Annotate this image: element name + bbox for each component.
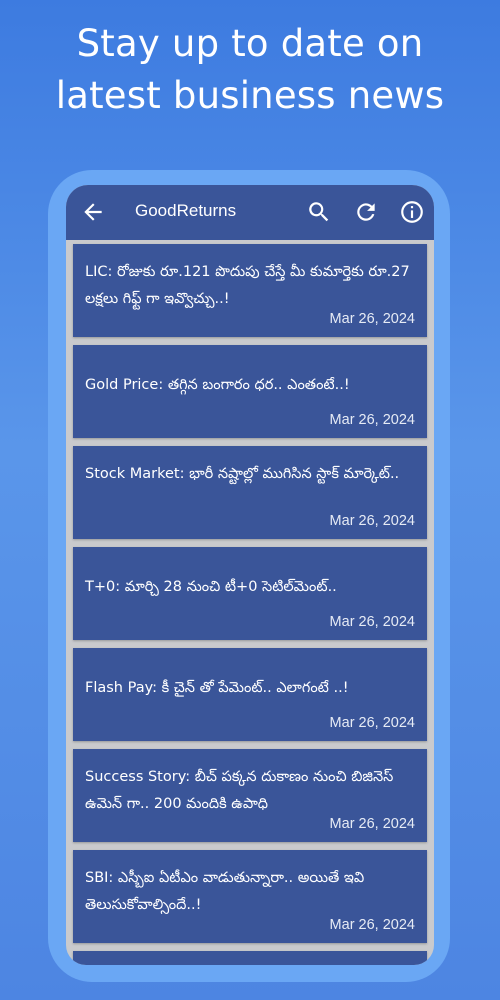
promo-headline: Stay up to date on latest business news (0, 18, 500, 122)
news-title: T+0: మార్చి 28 నుంచి టీ+0 సెటిల్‌మెంట్.. (85, 579, 337, 595)
info-icon[interactable] (399, 199, 425, 225)
news-card[interactable]: LIC: రోజుకు రూ.121 పొదుపు చేస్తే మీ కుమా… (73, 244, 427, 337)
news-card[interactable]: T+0: మార్చి 28 నుంచి టీ+0 సెటిల్‌మెంట్..… (73, 547, 427, 640)
promo-line-2: latest business news (55, 74, 445, 117)
news-date: Mar 26, 2024 (329, 917, 415, 933)
news-card[interactable]: Stock Market: భారీ నష్టాల్లో ముగిసిన స్ట… (73, 446, 427, 539)
news-card[interactable]: Flash Pay: కీ చైన్ తో పేమెంట్.. ఎలాగంటే … (73, 648, 427, 741)
app-bar: GoodReturns (66, 185, 434, 240)
news-title: Flash Pay: కీ చైన్ తో పేమెంట్.. ఎలాగంటే … (85, 680, 349, 696)
news-date: Mar 26, 2024 (329, 513, 415, 529)
app-screen: GoodReturns LIC: రోజుకు రూ.121 పొదుపు చే… (66, 185, 434, 965)
news-title: Gold Price: తగ్గిన బంగారం ధర.. ఎంతంటే..! (85, 377, 350, 393)
news-date: Mar 26, 2024 (329, 311, 415, 327)
news-date: Mar 26, 2024 (329, 715, 415, 731)
news-card-partial[interactable] (73, 951, 427, 965)
refresh-icon[interactable] (353, 199, 379, 225)
search-icon[interactable] (306, 199, 332, 225)
app-title: GoodReturns (135, 201, 237, 220)
promo-line-1: Stay up to date on (76, 22, 424, 65)
news-title: LIC: రోజుకు రూ.121 పొదుపు చేస్తే మీ కుమా… (85, 264, 410, 307)
news-card[interactable]: SBI: ఎస్బీఐ ఏటీఎం వాడుతున్నారా.. అయితే ఇ… (73, 850, 427, 943)
back-arrow-icon[interactable] (80, 199, 106, 225)
news-date: Mar 26, 2024 (329, 614, 415, 630)
news-title: Stock Market: భారీ నష్టాల్లో ముగిసిన స్ట… (85, 466, 400, 482)
news-date: Mar 26, 2024 (329, 816, 415, 832)
news-card[interactable]: Success Story: బీచ్ పక్కన దుకాణం నుంచి బ… (73, 749, 427, 842)
news-date: Mar 26, 2024 (329, 412, 415, 428)
news-card[interactable]: Gold Price: తగ్గిన బంగారం ధర.. ఎంతంటే..!… (73, 345, 427, 438)
news-title: SBI: ఎస్బీఐ ఏటీఎం వాడుతున్నారా.. అయితే ఇ… (85, 870, 365, 913)
news-title: Success Story: బీచ్ పక్కన దుకాణం నుంచి బ… (85, 769, 394, 812)
